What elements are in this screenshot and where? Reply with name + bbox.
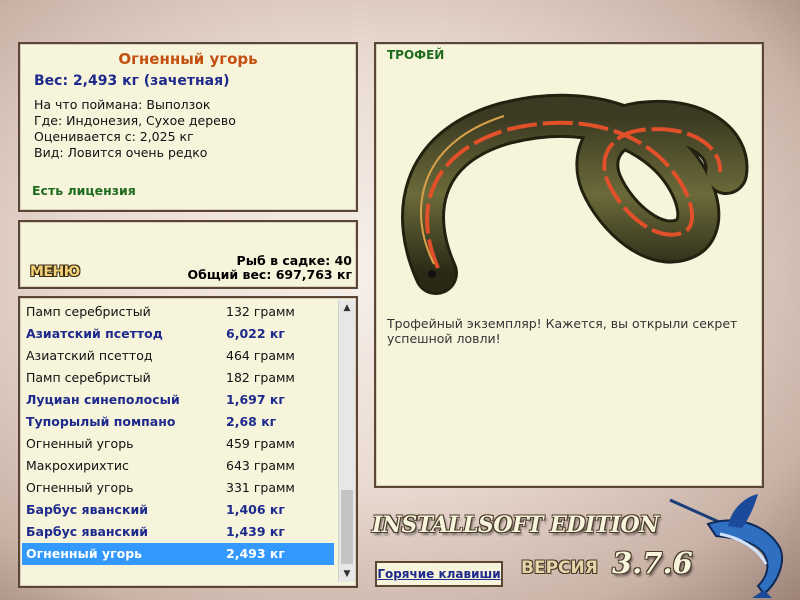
menu-button[interactable]: МЕНЮ bbox=[30, 264, 80, 280]
fish-name: Огненный угорь bbox=[118, 50, 258, 68]
stats-panel: МЕНЮ Рыб в садке: 40 Общий вес: 697,763 … bbox=[18, 220, 358, 289]
catch-fish-weight: 2,68 кг bbox=[226, 414, 277, 429]
catch-list-row[interactable]: Барбус яванский 1,406 кг bbox=[22, 499, 334, 521]
catch-fish-weight: 6,022 кг bbox=[226, 326, 285, 341]
catch-list-row[interactable]: Огненный угорь 331 грамм bbox=[22, 477, 334, 499]
trophy-description: Трофейный экземпляр! Кажется, вы открыли… bbox=[387, 316, 738, 346]
catch-list-row[interactable]: Огненный угорь 459 грамм bbox=[22, 433, 334, 455]
license-status: Есть лицензия bbox=[32, 183, 136, 198]
trophy-panel: ТРОФЕЙ Трофейный экземпляр! Кажется, вы … bbox=[374, 42, 764, 488]
catch-list-row[interactable]: Макрохирихтис 643 грамм bbox=[22, 455, 334, 477]
total-weight: Общий вес: 697,763 кг bbox=[187, 267, 353, 282]
catch-fish-name: Тупорылый помпано bbox=[26, 414, 176, 429]
catch-fish-name: Огненный угорь bbox=[26, 546, 143, 561]
marlin-logo-icon bbox=[669, 494, 783, 598]
catch-fish-name: Памп серебристый bbox=[26, 370, 151, 385]
catch-fish-name: Барбус яванский bbox=[26, 524, 148, 539]
catch-fish-weight: 1,439 кг bbox=[226, 524, 285, 539]
catch-fish-name: Памп серебристый bbox=[26, 304, 151, 319]
catch-list-row[interactable]: Тупорылый помпано 2,68 кг bbox=[22, 411, 334, 433]
hotkeys-button[interactable]: Горячие клавиши bbox=[375, 561, 503, 587]
catch-fish-name: Огненный угорь bbox=[26, 436, 134, 451]
catch-rows: Памп серебристый 132 грамм Азиатский псетт… bbox=[22, 301, 334, 565]
catch-fish-name: Азиатский псеттод bbox=[26, 326, 163, 341]
catch-fish-weight: 643 грамм bbox=[226, 458, 295, 473]
version-label: ВЕРСИЯ bbox=[521, 558, 598, 578]
catch-fish-weight: 1,697 кг bbox=[226, 392, 285, 407]
catch-fish-name: Огненный угорь bbox=[26, 480, 134, 495]
catch-fish-weight: 459 грамм bbox=[226, 436, 295, 451]
catch-bait: На что поймана: Выползок bbox=[34, 97, 211, 112]
catch-list-row[interactable]: Луциан синеполосый 1,697 кг bbox=[22, 389, 334, 411]
catch-fish-weight: 1,406 кг bbox=[226, 502, 285, 517]
catch-fish-weight: 2,493 кг bbox=[226, 546, 285, 561]
catch-valuation: Оценивается с: 2,025 кг bbox=[34, 129, 194, 144]
fish-weight: Вес: 2,493 кг (зачетная) bbox=[34, 73, 230, 89]
catch-list-row[interactable]: Памп серебристый 132 грамм bbox=[22, 301, 334, 323]
catch-rarity: Вид: Ловится очень редко bbox=[34, 145, 208, 160]
keepnet-count: Рыб в садке: 40 bbox=[236, 253, 352, 268]
edition-title: INSTALLSOFT EDITION bbox=[372, 512, 659, 538]
catch-fish-name: Азиатский псеттод bbox=[26, 348, 153, 363]
fire-eel-image bbox=[401, 93, 749, 295]
catch-fish-weight: 331 грамм bbox=[226, 480, 295, 495]
catch-list-row[interactable]: Огненный угорь 2,493 кг bbox=[22, 543, 334, 565]
fish-info-panel: Огненный угорь Вес: 2,493 кг (зачетная) … bbox=[18, 42, 358, 212]
catch-list-row[interactable]: Барбус яванский 1,439 кг bbox=[22, 521, 334, 543]
catch-fish-weight: 132 грамм bbox=[226, 304, 295, 319]
catch-list-row[interactable]: Азиатский псеттод 464 грамм bbox=[22, 345, 334, 367]
scroll-down-arrow-icon[interactable]: ▼ bbox=[339, 566, 355, 582]
catch-fish-weight: 464 грамм bbox=[226, 348, 295, 363]
catch-fish-name: Барбус яванский bbox=[26, 502, 148, 517]
catch-list-row[interactable]: Азиатский псеттод 6,022 кг bbox=[22, 323, 334, 345]
catch-list[interactable]: Памп серебристый 132 грамм Азиатский псетт… bbox=[18, 296, 358, 588]
catch-fish-weight: 182 грамм bbox=[226, 370, 295, 385]
scrollbar-thumb[interactable] bbox=[341, 490, 353, 564]
catch-fish-name: Луциан синеполосый bbox=[26, 392, 180, 407]
trophy-title: ТРОФЕЙ bbox=[387, 48, 445, 62]
scroll-up-arrow-icon[interactable]: ▲ bbox=[339, 300, 355, 316]
catch-location: Где: Индонезия, Сухое дерево bbox=[34, 113, 236, 128]
catch-list-row[interactable]: Памп серебристый 182 грамм bbox=[22, 367, 334, 389]
catch-fish-name: Макрохирихтис bbox=[26, 458, 129, 473]
catch-list-scrollbar[interactable]: ▲ ▼ bbox=[338, 300, 355, 582]
